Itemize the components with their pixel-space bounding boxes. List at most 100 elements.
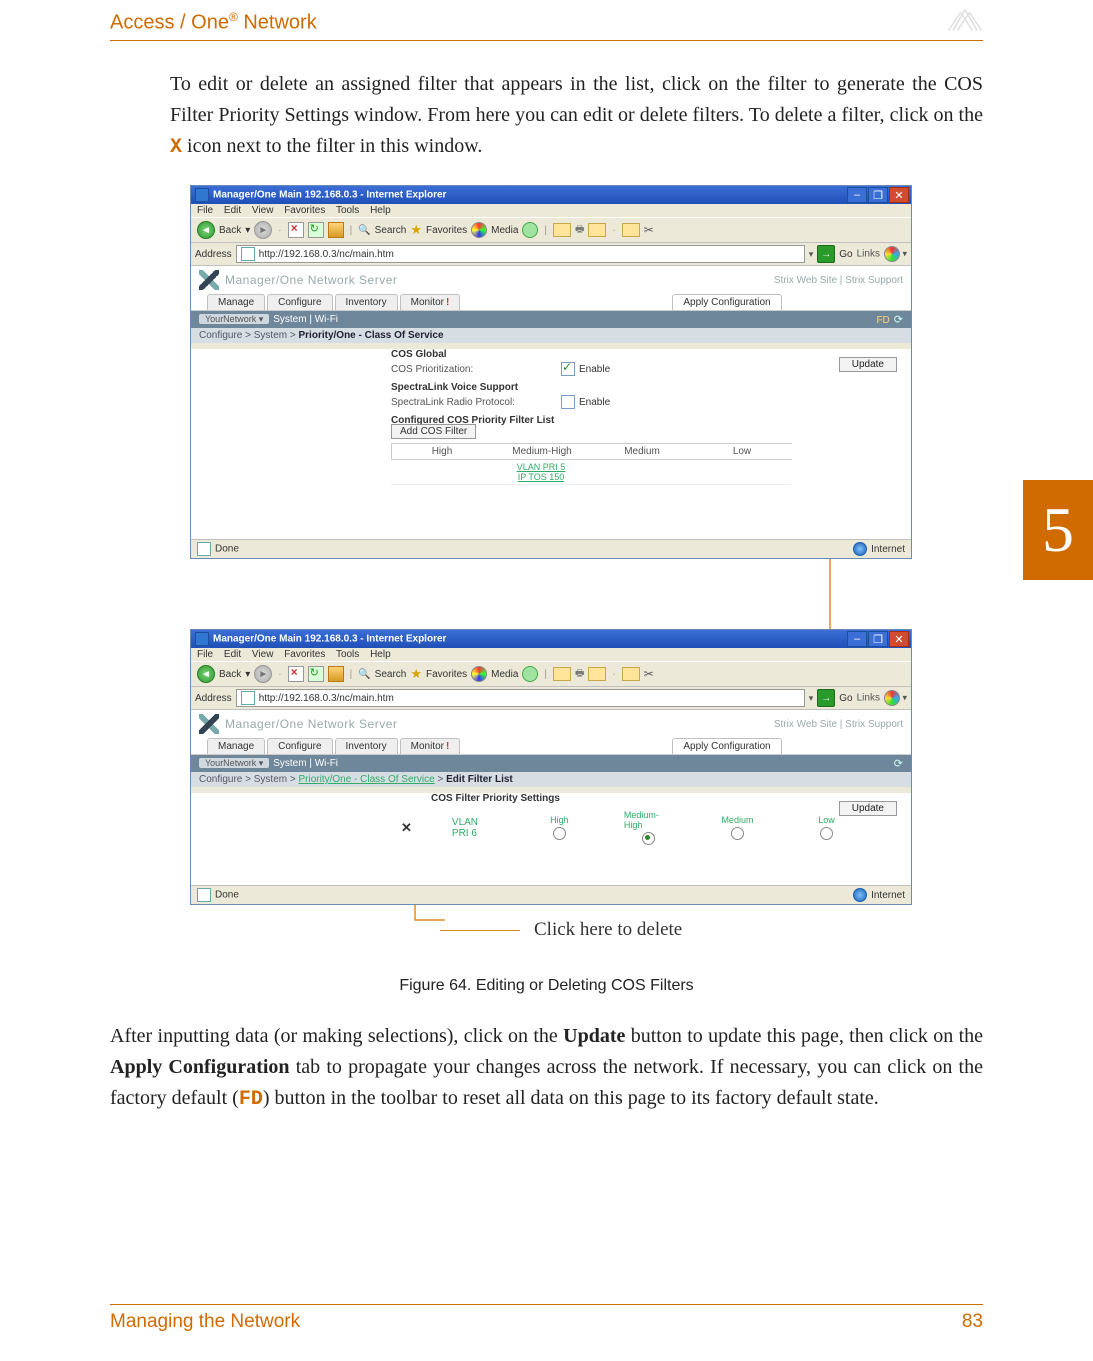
apply-config-bold: Apply Configuration (110, 1056, 290, 1078)
tab-inventory[interactable]: Inventory (335, 294, 398, 310)
menu-favorites[interactable]: Favorites (284, 205, 325, 216)
window-minimize-button[interactable]: – (847, 631, 867, 647)
links-icon[interactable] (884, 246, 900, 262)
radio-high[interactable] (553, 827, 566, 840)
internet-zone-icon (853, 888, 867, 902)
edit-filter-heading: COS Filter Priority Settings (431, 793, 851, 804)
menu-tools[interactable]: Tools (336, 649, 359, 660)
update-button[interactable]: Update (839, 801, 897, 816)
home-button[interactable] (328, 666, 344, 682)
tab-configure[interactable]: Configure (267, 294, 332, 310)
menu-help[interactable]: Help (370, 649, 391, 660)
status-page-icon (197, 542, 211, 556)
menu-edit[interactable]: Edit (224, 649, 241, 660)
menu-file[interactable]: File (197, 649, 213, 660)
refresh-icon[interactable]: ⟳ (894, 758, 903, 770)
print-icon[interactable]: 🖶 (575, 222, 584, 239)
refresh-icon[interactable]: ⟳ (894, 314, 903, 326)
print-icon[interactable]: 🖶 (575, 666, 584, 683)
home-button[interactable] (328, 222, 344, 238)
mail-icon[interactable] (553, 667, 571, 681)
breadcrumb: Configure > System > Priority/One - Clas… (191, 772, 911, 787)
cut-icon[interactable]: ✂ (644, 223, 654, 237)
radio-medium-high[interactable] (642, 832, 655, 845)
cos-prioritization-checkbox[interactable] (561, 362, 575, 376)
top-links[interactable]: Strix Web Site | Strix Support (774, 275, 903, 286)
refresh-button[interactable] (308, 222, 324, 238)
menu-file[interactable]: File (197, 205, 213, 216)
update-button[interactable]: Update (839, 357, 897, 372)
screenshot-cos-list-window: Manager/One Main 192.168.0.3 - Internet … (190, 185, 912, 559)
footer-page-number: 83 (962, 1311, 983, 1333)
media-icon[interactable] (471, 222, 487, 238)
favorites-icon[interactable]: ★ (410, 222, 422, 238)
mail-icon[interactable] (553, 223, 571, 237)
menu-help[interactable]: Help (370, 205, 391, 216)
forward-button[interactable]: ► (254, 221, 272, 239)
favorites-icon[interactable]: ★ (410, 666, 422, 682)
tab-monitor[interactable]: Monitor! (400, 738, 461, 754)
ie-menubar[interactable]: File Edit View Favorites Tools Help (191, 648, 911, 661)
search-icon[interactable]: 🔍 (358, 669, 370, 680)
menu-edit[interactable]: Edit (224, 205, 241, 216)
breadcrumb-link[interactable]: Priority/One - Class Of Service (299, 774, 435, 785)
go-button[interactable]: → (817, 689, 835, 707)
window-close-button[interactable]: ✕ (889, 187, 909, 203)
tab-manage[interactable]: Manage (207, 294, 265, 310)
tab-apply-configuration[interactable]: Apply Configuration (672, 738, 781, 754)
menu-view[interactable]: View (252, 205, 274, 216)
outro-paragraph: After inputting data (or making selectio… (110, 1021, 983, 1115)
spectralink-heading: SpectraLink Voice Support (391, 382, 851, 393)
filter-link[interactable]: VLAN PRI 5 IP TOS 150 (517, 462, 566, 482)
search-label: Search (375, 225, 407, 236)
doc-header-title: Access / One® Network (110, 8, 317, 35)
window-maximize-button[interactable]: ❐ (868, 631, 888, 647)
edit-icon[interactable] (588, 223, 606, 237)
tab-inventory[interactable]: Inventory (335, 738, 398, 754)
go-button[interactable]: → (817, 245, 835, 263)
window-close-button[interactable]: ✕ (889, 631, 909, 647)
subbar-pill[interactable]: YourNetwork ▾ (199, 314, 269, 324)
radio-medium[interactable] (731, 827, 744, 840)
favorites-label: Favorites (426, 225, 467, 236)
tab-monitor[interactable]: Monitor! (400, 294, 461, 310)
annotation-leader-line (440, 930, 520, 931)
stop-button[interactable] (288, 222, 304, 238)
menu-view[interactable]: View (252, 649, 274, 660)
window-maximize-button[interactable]: ❐ (868, 187, 888, 203)
stop-button[interactable] (288, 666, 304, 682)
subbar-pill[interactable]: YourNetwork ▾ (199, 758, 269, 768)
address-bar[interactable]: http://192.168.0.3/nc/main.htm (236, 689, 805, 707)
back-button[interactable]: ◄ (197, 221, 215, 239)
tab-configure[interactable]: Configure (267, 738, 332, 754)
screenshot-edit-filter-window: Manager/One Main 192.168.0.3 - Internet … (190, 629, 912, 905)
subbar-links[interactable]: System | Wi-Fi (273, 314, 338, 325)
links-icon[interactable] (884, 690, 900, 706)
menu-tools[interactable]: Tools (336, 205, 359, 216)
tab-apply-configuration[interactable]: Apply Configuration (672, 294, 781, 310)
search-icon[interactable]: 🔍 (358, 225, 370, 236)
ie-menubar[interactable]: File Edit View Favorites Tools Help (191, 204, 911, 217)
breadcrumb: Configure > System > Priority/One - Clas… (191, 328, 911, 343)
tab-manage[interactable]: Manage (207, 738, 265, 754)
media-icon[interactable] (471, 666, 487, 682)
x-icon-inline: X (170, 136, 182, 159)
col-high: High (391, 443, 492, 460)
history-icon[interactable] (522, 666, 538, 682)
refresh-button[interactable] (308, 666, 324, 682)
window-minimize-button[interactable]: – (847, 187, 867, 203)
menu-favorites[interactable]: Favorites (284, 649, 325, 660)
forward-button[interactable]: ► (254, 665, 272, 683)
radio-low[interactable] (820, 827, 833, 840)
cut-icon[interactable]: ✂ (644, 667, 654, 681)
address-bar[interactable]: http://192.168.0.3/nc/main.htm (236, 245, 805, 263)
history-icon[interactable] (522, 222, 538, 238)
delete-filter-x-icon[interactable]: ✕ (401, 820, 412, 836)
add-cos-filter-button[interactable]: Add COS Filter (391, 424, 476, 439)
folder-icon[interactable] (622, 223, 640, 237)
edit-icon[interactable] (588, 667, 606, 681)
spectralink-checkbox[interactable] (561, 395, 575, 409)
folder-icon[interactable] (622, 667, 640, 681)
back-button[interactable]: ◄ (197, 665, 215, 683)
fd-button[interactable]: FD (876, 315, 889, 326)
